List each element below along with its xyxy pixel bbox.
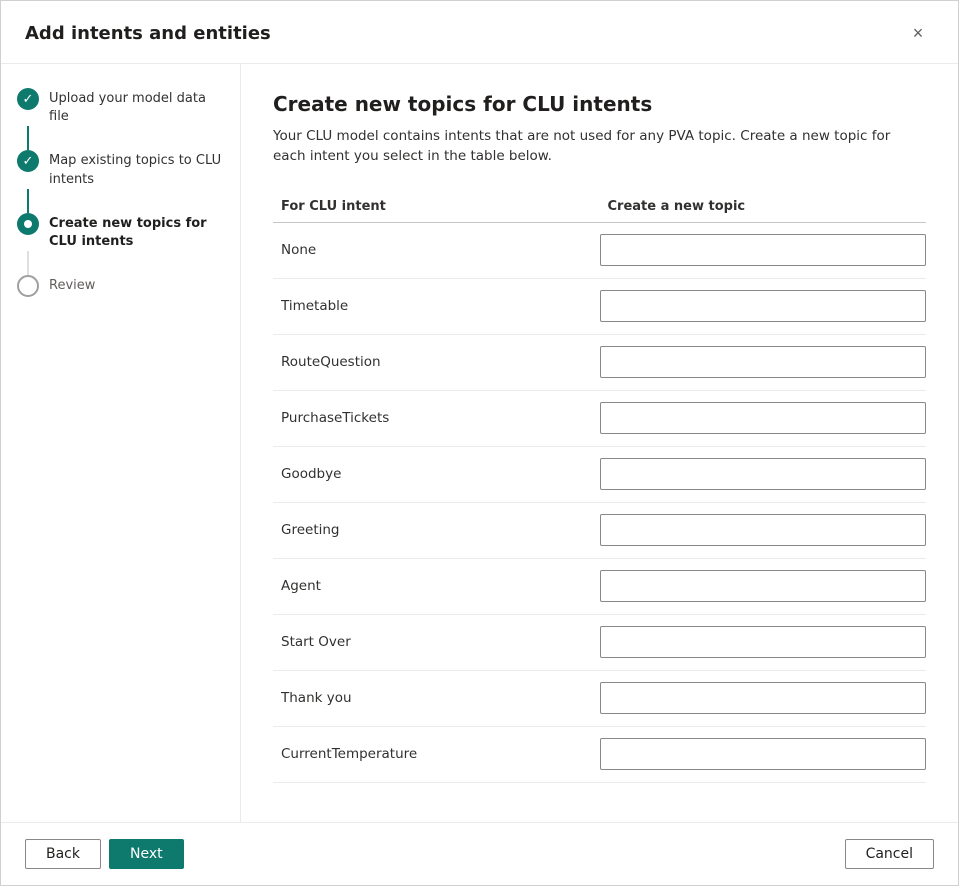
topic-input-cell (600, 230, 927, 270)
next-button[interactable]: Next (109, 839, 184, 869)
connector-3 (17, 251, 224, 275)
topic-input[interactable] (600, 402, 927, 434)
topic-input[interactable] (600, 682, 927, 714)
topic-input-cell (600, 734, 927, 774)
close-button[interactable]: × (902, 17, 934, 49)
step-create-circle (17, 213, 39, 235)
topic-input[interactable] (600, 290, 927, 322)
table-header: For CLU intent Create a new topic (273, 191, 926, 223)
topic-input[interactable] (600, 234, 927, 266)
intent-label: Start Over (273, 634, 600, 650)
intent-label: Timetable (273, 298, 600, 314)
connector-2 (17, 189, 224, 213)
step-map: Map existing topics to CLU intents (17, 150, 224, 188)
topic-input-cell (600, 454, 927, 494)
step-upload-label: Upload your model data file (49, 88, 224, 126)
topic-input[interactable] (600, 738, 927, 770)
topic-input-cell (600, 678, 927, 718)
dialog-footer: Back Next Cancel (1, 822, 958, 885)
intent-label: PurchaseTickets (273, 410, 600, 426)
dialog: Add intents and entities × Upload your m… (0, 0, 959, 886)
step-review-indicator (17, 275, 39, 297)
topic-input-cell (600, 622, 927, 662)
table-rows-container: None Timetable RouteQuestion PurchaseTicket… (273, 223, 926, 783)
intent-label: Agent (273, 578, 600, 594)
connector-line-3 (27, 251, 29, 275)
table-row: Greeting (273, 503, 926, 559)
topic-input[interactable] (600, 346, 927, 378)
intent-label: Goodbye (273, 466, 600, 482)
table-row: PurchaseTickets (273, 391, 926, 447)
checkmark-icon-2 (23, 154, 34, 169)
table-row: Start Over (273, 615, 926, 671)
intent-label: Thank you (273, 690, 600, 706)
topic-input-cell (600, 566, 927, 606)
step-map-circle (17, 150, 39, 172)
step-review-label: Review (49, 275, 95, 295)
step-upload-circle (17, 88, 39, 110)
intents-table: For CLU intent Create a new topic None Ti… (273, 191, 926, 795)
intent-label: Greeting (273, 522, 600, 538)
dialog-header: Add intents and entities × (1, 1, 958, 64)
table-row: CurrentTemperature (273, 727, 926, 783)
step-review-circle (17, 275, 39, 297)
table-row: None (273, 223, 926, 279)
topic-input[interactable] (600, 626, 927, 658)
table-row: Thank you (273, 671, 926, 727)
close-icon: × (913, 23, 924, 44)
step-upload: Upload your model data file (17, 88, 224, 126)
step-review: Review (17, 275, 224, 297)
table-row: Goodbye (273, 447, 926, 503)
table-row: RouteQuestion (273, 335, 926, 391)
intent-label: CurrentTemperature (273, 746, 600, 762)
intent-label: RouteQuestion (273, 354, 600, 370)
connector-line-1 (27, 126, 29, 150)
col-intent-header: For CLU intent (273, 199, 600, 214)
checkmark-icon (23, 92, 34, 107)
step-create: Create new topics for CLU intents (17, 213, 224, 251)
topic-input[interactable] (600, 570, 927, 602)
topic-input[interactable] (600, 458, 927, 490)
footer-left: Back Next (25, 839, 184, 869)
step-upload-indicator (17, 88, 39, 110)
cancel-button[interactable]: Cancel (845, 839, 934, 869)
page-description: Your CLU model contains intents that are… (273, 126, 926, 167)
connector-line-2 (27, 189, 29, 213)
intent-label: None (273, 242, 600, 258)
topic-input[interactable] (600, 514, 927, 546)
step-create-label: Create new topics for CLU intents (49, 213, 224, 251)
topic-input-cell (600, 510, 927, 550)
topic-input-cell (600, 342, 927, 382)
table-row: Timetable (273, 279, 926, 335)
dialog-title: Add intents and entities (25, 23, 271, 44)
connector-1 (17, 126, 224, 150)
dialog-body: Upload your model data file Map existing… (1, 64, 958, 822)
table-row: Agent (273, 559, 926, 615)
active-dot-icon (24, 220, 32, 228)
step-create-indicator (17, 213, 39, 235)
page-title: Create new topics for CLU intents (273, 92, 926, 116)
step-map-indicator (17, 150, 39, 172)
topic-input-cell (600, 398, 927, 438)
back-button[interactable]: Back (25, 839, 101, 869)
main-content: Create new topics for CLU intents Your C… (241, 64, 958, 822)
sidebar: Upload your model data file Map existing… (1, 64, 241, 822)
topic-input-cell (600, 286, 927, 326)
col-topic-header: Create a new topic (600, 199, 927, 214)
step-map-label: Map existing topics to CLU intents (49, 150, 224, 188)
